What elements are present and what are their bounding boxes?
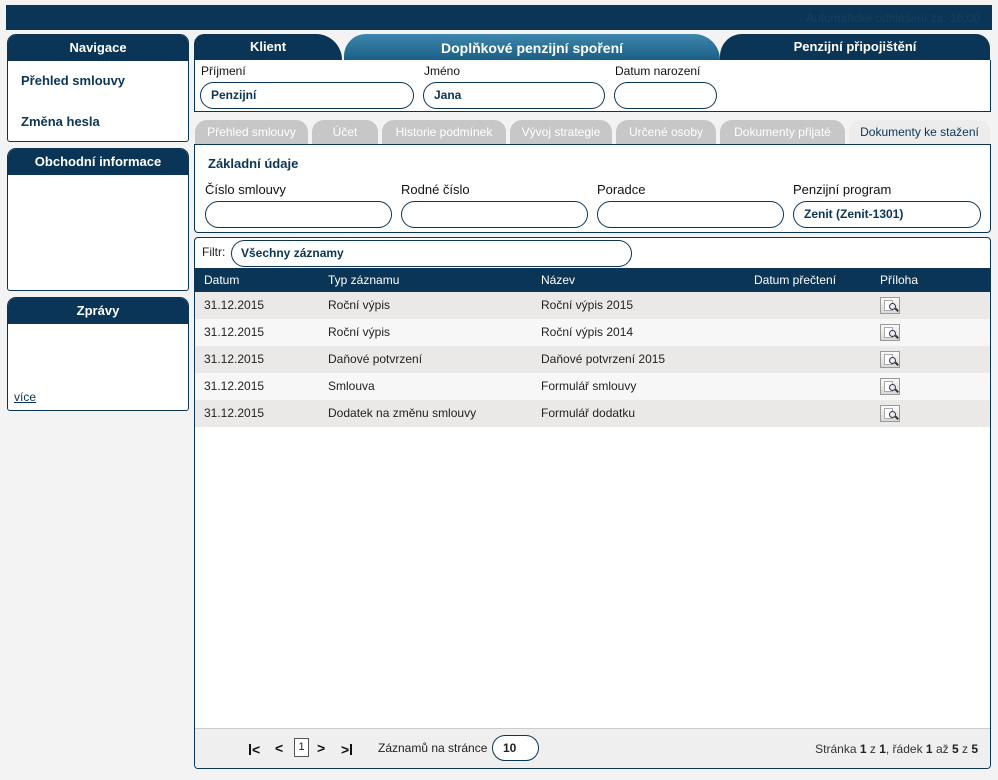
advisor-field[interactable]: [597, 201, 784, 228]
col-name[interactable]: Název: [541, 268, 575, 292]
tab-supplementary-pension[interactable]: Doplňkové penzijní spoření: [344, 34, 720, 60]
row-type: Dodatek na změnu smlouvy: [328, 406, 477, 420]
filter-select[interactable]: Všechny záznamy: [231, 240, 632, 267]
surname-label: Příjmení: [201, 64, 246, 78]
row-name: Roční výpis 2014: [541, 325, 634, 339]
table-row[interactable]: 31.12.2015 Daňové potvrzení Daňové potvr…: [195, 346, 990, 373]
prev-page-icon[interactable]: <: [275, 740, 283, 756]
col-read-date[interactable]: Datum přečtení: [754, 268, 836, 292]
row-type: Daňové potvrzení: [328, 352, 423, 366]
per-page-select[interactable]: 10: [492, 735, 539, 761]
subtab-contract-overview[interactable]: Přehled smlouvy: [195, 120, 308, 144]
records-panel: Filtr: Všechny záznamy Datum Typ záznamu…: [194, 237, 991, 769]
row-type: Roční výpis: [328, 325, 391, 339]
attachment-preview-icon[interactable]: [880, 378, 900, 395]
birth-number-label: Rodné číslo: [401, 182, 470, 197]
row-date: 31.12.2015: [204, 352, 265, 366]
attachment-preview-icon[interactable]: [880, 297, 900, 314]
row-type: Smlouva: [328, 379, 375, 393]
pension-program-label: Penzijní program: [793, 182, 892, 197]
client-info: Příjmení Penzijní Jméno Jana Datum naroz…: [194, 60, 991, 112]
contract-number-field[interactable]: [205, 201, 392, 228]
navigation-panel: Navigace Přehled smlouvy Změna hesla: [7, 34, 189, 142]
table-row[interactable]: 31.12.2015 Roční výpis Roční výpis 2014: [195, 319, 990, 346]
per-page-label: Záznamů na stránce: [378, 741, 488, 755]
subtab-designated-persons[interactable]: Určené osoby: [616, 120, 716, 144]
tab-client[interactable]: Klient: [194, 34, 342, 60]
table-row[interactable]: 31.12.2015 Roční výpis Roční výpis 2015: [195, 292, 990, 319]
first-page-icon[interactable]: <: [249, 740, 260, 757]
pagination: < < 1 > > Záznamů na stránce 10 Stránka …: [195, 728, 990, 768]
contract-number-label: Číslo smlouvy: [205, 182, 286, 197]
subtab-strategy-evolution[interactable]: Vývoj strategie: [510, 120, 612, 144]
row-name: Formulář dodatku: [541, 406, 636, 420]
subtab-conditions-history[interactable]: Historie podmínek: [382, 120, 506, 144]
attachment-preview-icon[interactable]: [880, 405, 900, 422]
name-label: Jméno: [424, 64, 461, 78]
row-date: 31.12.2015: [204, 298, 265, 312]
news-more-link[interactable]: více: [14, 390, 36, 404]
attachment-preview-icon[interactable]: [880, 324, 900, 341]
basic-data-title: Základní údaje: [208, 156, 299, 171]
row-date: 31.12.2015: [204, 406, 265, 420]
subtab-account[interactable]: Účet: [312, 120, 378, 144]
dob-field[interactable]: [614, 82, 717, 109]
col-date[interactable]: Datum: [204, 268, 239, 292]
row-name: Daňové potvrzení 2015: [541, 352, 666, 366]
table-row[interactable]: 31.12.2015 Dodatek na změnu smlouvy Form…: [195, 400, 990, 427]
news-title: Zprávy: [8, 298, 188, 324]
next-page-icon[interactable]: >: [317, 740, 325, 756]
name-field[interactable]: Jana: [423, 82, 605, 109]
dob-label: Datum narození: [615, 64, 701, 78]
filter-label: Filtr:: [202, 245, 226, 259]
basic-data: Základní údaje Číslo smlouvy Rodné číslo…: [194, 144, 991, 233]
news-panel: Zprávy více: [7, 297, 189, 411]
col-attachment: Příloha: [880, 273, 919, 287]
surname-field[interactable]: Penzijní: [200, 82, 414, 109]
advisor-label: Poradce: [597, 182, 646, 197]
table-header: Datum Typ záznamu Název Datum přečtení P…: [195, 268, 990, 292]
pension-program-field[interactable]: Zenit (Zenit-1301): [793, 201, 981, 228]
table-row[interactable]: 31.12.2015 Smlouva Formulář smlouvy: [195, 373, 990, 400]
business-info-title: Obchodní informace: [8, 149, 188, 175]
tab-pension-insurance[interactable]: Penzijní připojištění: [720, 34, 990, 60]
business-info-panel: Obchodní informace: [7, 148, 189, 291]
row-name: Roční výpis 2015: [541, 298, 634, 312]
row-type: Roční výpis: [328, 298, 391, 312]
subtab-download-documents[interactable]: Dokumenty ke stažení: [849, 120, 990, 144]
current-page: 1: [294, 738, 309, 757]
row-date: 31.12.2015: [204, 325, 265, 339]
nav-contract-overview[interactable]: Přehled smlouvy: [8, 73, 188, 88]
top-bar: Automatické odhlášení za: 16:00: [6, 5, 992, 30]
birth-number-field[interactable]: [401, 201, 588, 228]
attachment-preview-icon[interactable]: [880, 351, 900, 368]
subtab-received-documents[interactable]: Dokumenty přijaté: [720, 120, 845, 144]
last-page-icon[interactable]: >: [341, 740, 353, 757]
col-record-type[interactable]: Typ záznamu: [328, 268, 399, 292]
auto-logout-timer: Automatické odhlášení za: 16:00: [805, 11, 980, 25]
row-date: 31.12.2015: [204, 379, 265, 393]
navigation-title: Navigace: [8, 35, 188, 61]
pagination-status: Stránka 1 z 1, řádek 1 až 5 z 5: [815, 742, 978, 756]
row-name: Formulář smlouvy: [541, 379, 637, 393]
nav-change-password[interactable]: Změna hesla: [8, 114, 188, 129]
